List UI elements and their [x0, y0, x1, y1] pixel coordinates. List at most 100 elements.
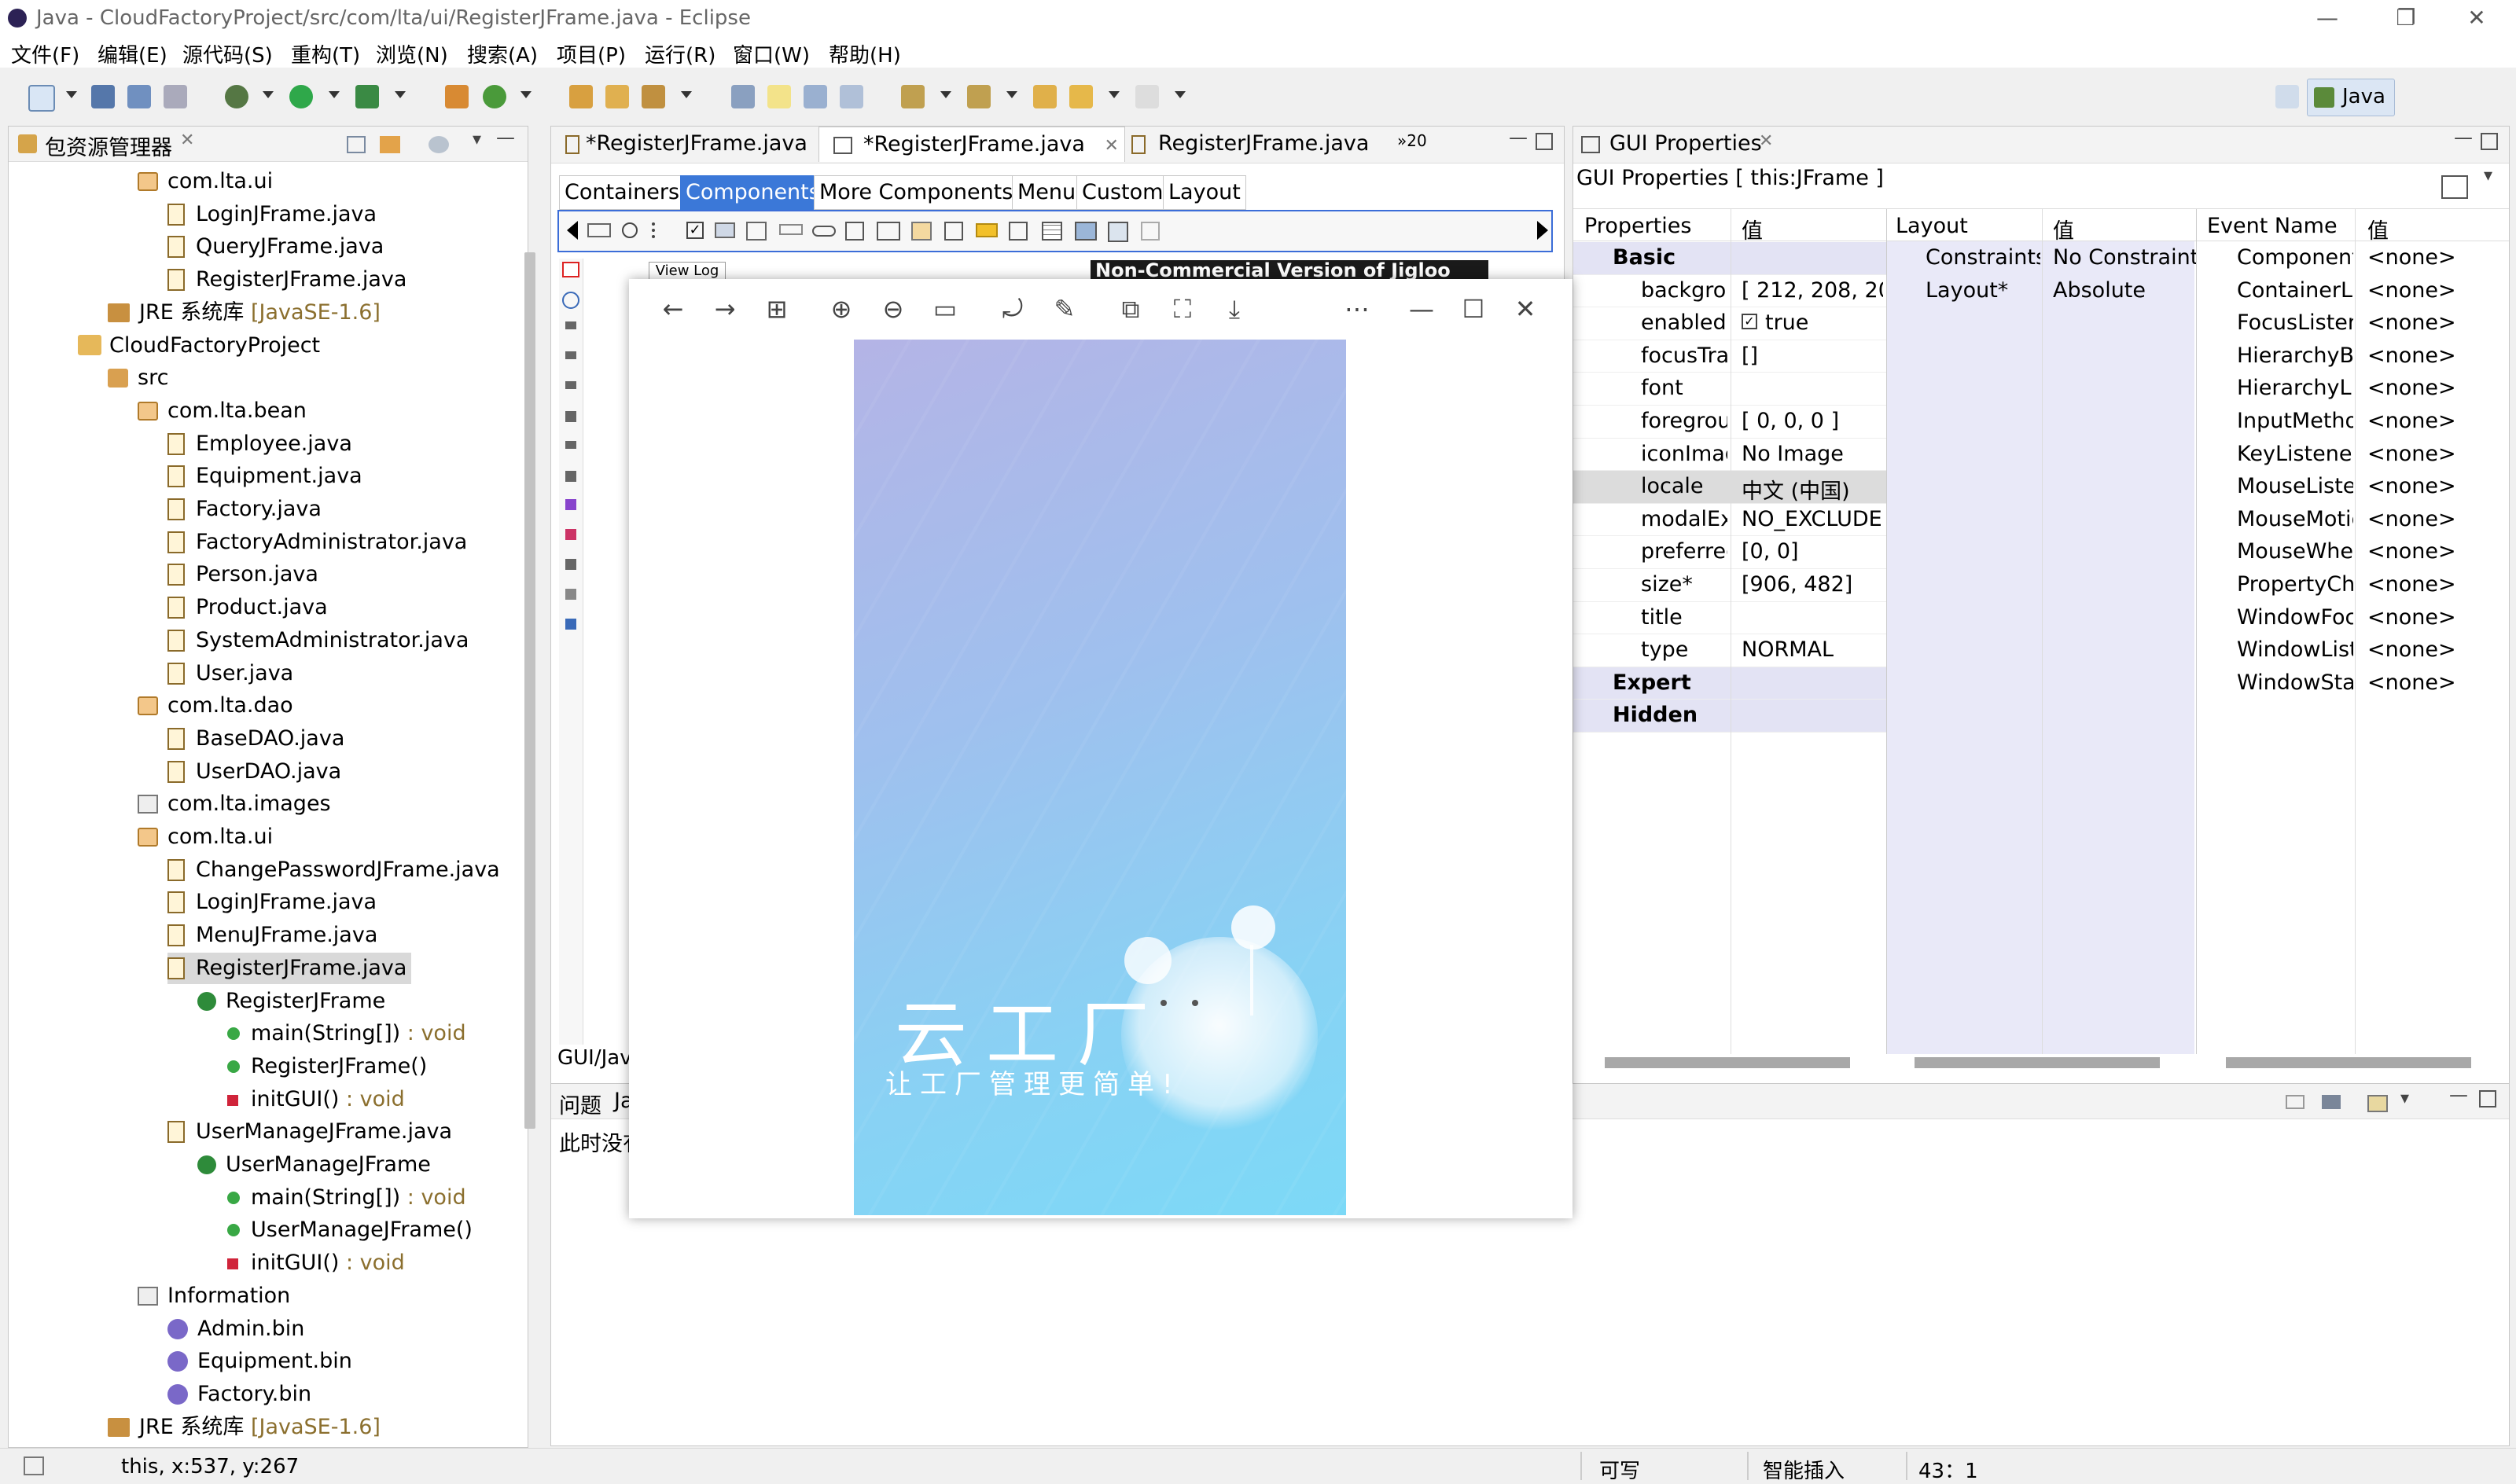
maximize-button[interactable]: ❐: [2382, 3, 2430, 33]
align-middle-icon[interactable]: [565, 351, 576, 359]
editorpane-widget-icon[interactable]: [911, 222, 932, 241]
property-row[interactable]: [1573, 373, 1886, 406]
event-value[interactable]: <none>: [2367, 376, 2501, 400]
tree-item[interactable]: Equipment.bin: [167, 1346, 352, 1377]
menu-edit[interactable]: 编辑(E): [97, 39, 167, 68]
next-annotation-dropdown-icon[interactable]: [940, 91, 951, 98]
forward-dropdown-icon[interactable]: [1175, 91, 1186, 98]
open-perspective-icon[interactable]: [2275, 85, 2299, 108]
view-menu-icon[interactable]: [429, 136, 449, 153]
problems-tab[interactable]: 问题: [559, 1089, 601, 1119]
menu-file[interactable]: 文件(F): [11, 39, 79, 68]
property-value[interactable]: [ 0, 0, 0 ]: [1742, 409, 1883, 433]
tree-item[interactable]: Product.java: [167, 592, 328, 623]
save-icon[interactable]: [91, 85, 115, 108]
prev-annotation-dropdown-icon[interactable]: [1006, 91, 1017, 98]
palette-tab-components[interactable]: Components: [680, 175, 826, 210]
zoom-out-button[interactable]: ⊖: [876, 292, 910, 326]
property-value[interactable]: [0, 0]: [1742, 539, 1883, 564]
maximize-editor-button[interactable]: [1536, 133, 1553, 150]
highlight-icon[interactable]: [767, 85, 791, 108]
tab-overflow[interactable]: »20: [1397, 131, 1427, 150]
open-type-icon[interactable]: [569, 85, 593, 108]
link-with-editor-icon[interactable]: [380, 136, 400, 153]
progressbar-widget-icon[interactable]: [976, 223, 998, 237]
event-value[interactable]: <none>: [2367, 670, 2501, 695]
java-perspective-button[interactable]: Java: [2307, 79, 2395, 116]
new-class-dropdown-icon[interactable]: [520, 91, 532, 98]
event-value[interactable]: <none>: [2367, 245, 2501, 270]
space-icon[interactable]: [565, 589, 576, 600]
back-dropdown-icon[interactable]: [1109, 91, 1120, 98]
last-edit-icon[interactable]: [1033, 85, 1057, 108]
display-console-icon[interactable]: [2322, 1095, 2341, 1109]
tree-item[interactable]: com.lta.ui: [138, 821, 273, 853]
search-dropdown-icon[interactable]: [681, 91, 692, 98]
menu-help[interactable]: 帮助(H): [829, 39, 901, 68]
download-button[interactable]: ⤓: [1217, 292, 1252, 326]
tree-item[interactable]: RegisterJFrame(): [227, 1051, 427, 1082]
list-widget-icon[interactable]: [652, 222, 674, 238]
event-value[interactable]: <none>: [2367, 343, 2501, 368]
maximize-view-button[interactable]: [2481, 133, 2498, 150]
next-annotation-icon[interactable]: [901, 85, 925, 108]
palette-scroll-left-icon[interactable]: [567, 221, 578, 240]
edit-button[interactable]: ✎: [1047, 292, 1082, 326]
console-menu-icon[interactable]: ▾: [2400, 1089, 2409, 1108]
event-value[interactable]: <none>: [2367, 474, 2501, 498]
property-row[interactable]: [1573, 602, 1886, 635]
menu-run[interactable]: 运行(R): [645, 39, 715, 68]
viewer-minimize-button[interactable]: —: [1404, 292, 1439, 326]
textpane-widget-icon[interactable]: [944, 222, 963, 241]
password-widget-icon[interactable]: [877, 222, 900, 241]
view-log-button[interactable]: View Log: [649, 262, 726, 281]
save-all-icon[interactable]: [127, 85, 151, 108]
combo-widget-icon[interactable]: [746, 222, 767, 241]
package-explorer-title[interactable]: 包资源管理器: [45, 130, 172, 161]
distribute-icon[interactable]: [565, 559, 576, 570]
tree-item[interactable]: com.lta.ui: [138, 166, 273, 197]
event-value[interactable]: <none>: [2367, 605, 2501, 630]
toggle-mark-icon[interactable]: [731, 85, 755, 108]
tree-item[interactable]: BaseDAO.java: [167, 723, 344, 755]
align-left-icon[interactable]: [565, 411, 576, 422]
event-value[interactable]: <none>: [2367, 278, 2501, 303]
tree-item[interactable]: Factory.java: [167, 494, 322, 525]
next-image-button[interactable]: →: [708, 292, 742, 326]
tree-item[interactable]: Information: [138, 1280, 290, 1312]
layout-value[interactable]: Absolute: [2053, 278, 2196, 303]
event-value[interactable]: <none>: [2367, 539, 2501, 564]
tree-item[interactable]: Employee.java: [167, 428, 352, 460]
button-widget-icon[interactable]: [587, 223, 611, 237]
property-value[interactable]: true: [1765, 310, 1907, 335]
properties-scrollbar[interactable]: [1605, 1057, 1850, 1068]
property-value[interactable]: [ 212, 208, 20...: [1742, 278, 1883, 303]
minimize-editor-button[interactable]: —: [1509, 127, 1528, 149]
property-value[interactable]: NORMAL: [1742, 637, 1883, 662]
minimize-button[interactable]: —: [2304, 3, 2351, 33]
close-view-icon[interactable]: ✕: [1759, 131, 1773, 151]
menu-project[interactable]: 项目(P): [557, 39, 626, 68]
more-options-button[interactable]: ⋯: [1340, 292, 1374, 326]
tree-item[interactable]: Factory.bin: [167, 1379, 311, 1410]
open-console-icon[interactable]: [2367, 1095, 2388, 1112]
coverage-dropdown-icon[interactable]: [395, 91, 406, 98]
maximize-panel-button[interactable]: [2479, 1090, 2496, 1107]
previous-image-button[interactable]: ←: [656, 292, 690, 326]
validate-icon[interactable]: [562, 262, 579, 277]
editor-tab-active[interactable]: *RegisterJFrame.java ✕: [818, 127, 1125, 162]
tree-item[interactable]: LoginJFrame.java: [167, 199, 377, 230]
textfield-widget-icon[interactable]: [812, 226, 836, 237]
minimize-view-button[interactable]: —: [2454, 127, 2473, 149]
checkbox-widget-icon[interactable]: ✓: [686, 222, 704, 239]
new-class-icon[interactable]: [483, 85, 506, 108]
editor-tab[interactable]: *RegisterJFrame.java: [551, 127, 825, 161]
table-widget-icon[interactable]: [1042, 222, 1062, 241]
new-icon[interactable]: [28, 85, 55, 112]
collapse-all-icon[interactable]: [347, 136, 366, 153]
coverage-icon[interactable]: [355, 85, 379, 108]
layout-scrollbar[interactable]: [1915, 1057, 2160, 1068]
new-java-project-icon[interactable]: [445, 85, 469, 108]
copy-button[interactable]: ⧉: [1113, 292, 1148, 326]
print-icon[interactable]: [164, 85, 187, 108]
